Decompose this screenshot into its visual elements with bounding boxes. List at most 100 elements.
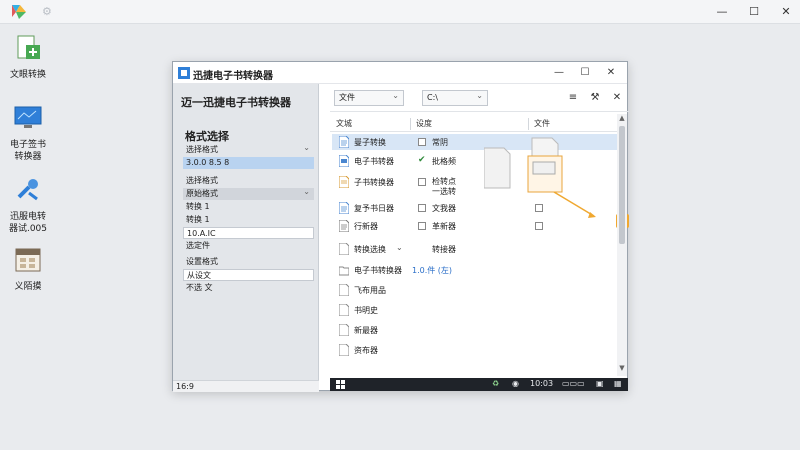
outer-minimize-button[interactable]: —: [710, 3, 734, 21]
file-name: 电子书转换器: [354, 266, 402, 275]
file-row[interactable]: 电子书转换器 1.0.件 (左): [332, 262, 618, 278]
file-row[interactable]: 飞布用品: [332, 282, 618, 298]
document-icon: [339, 220, 349, 232]
file-checkbox[interactable]: [418, 204, 426, 212]
format-option[interactable]: 转换 1: [183, 201, 314, 213]
document-icon: [339, 155, 349, 167]
format-option[interactable]: 选定件: [183, 240, 314, 252]
column-separator[interactable]: [528, 118, 529, 130]
format-option[interactable]: 选择格式: [183, 175, 314, 187]
format-option-selected[interactable]: 3.0.0 8.5 8: [183, 157, 314, 169]
gear-icon[interactable]: ⚙: [42, 5, 52, 18]
scrollbar-thumb[interactable]: [619, 126, 625, 244]
column-separator[interactable]: [410, 118, 411, 130]
desktop-icon-ebook[interactable]: 电子签书 转换器: [0, 103, 56, 163]
file-row[interactable]: 新最器: [332, 322, 618, 338]
file-checkbox[interactable]: [418, 222, 426, 230]
document-icon: [339, 284, 349, 296]
desktop-icon-converter[interactable]: 文眼转换: [0, 33, 56, 81]
network-icon[interactable]: ◉: [512, 379, 519, 388]
panel-heading: 迈一迅捷电子书转换器: [181, 96, 291, 109]
format-value-field[interactable]: 从设文: [183, 269, 314, 281]
taskbar-time: 10:03: [530, 379, 554, 388]
scroll-up-icon[interactable]: ▲: [617, 114, 627, 122]
window-titlebar: 迅捷电子书转换器 — ☐ ✕: [173, 62, 627, 84]
file-name: 转换选换: [354, 245, 386, 254]
scroll-down-icon[interactable]: ▼: [617, 364, 627, 372]
window-maximize-button[interactable]: ☐: [575, 64, 595, 82]
file-name: 书明史: [354, 306, 378, 315]
file-toolbar: 文件 C:\ ≡ ⚒ ✕: [330, 84, 629, 112]
settings-icon[interactable]: ⚒: [588, 91, 602, 105]
volume-slider-icon[interactable]: ▭▭▭: [562, 379, 585, 388]
file-name: 电子书转器: [354, 157, 394, 166]
format-option[interactable]: 不选 文: [183, 282, 314, 294]
notification-icon[interactable]: ▦: [614, 379, 622, 388]
file-meta: 常阴: [432, 138, 448, 147]
file-meta: 革新器: [432, 222, 456, 231]
format-dropdown[interactable]: 原始格式: [183, 186, 314, 200]
file-checkbox[interactable]: [418, 178, 426, 186]
outer-titlebar: ⚙ — ☐ ✕: [0, 0, 800, 24]
column-modified[interactable]: 设度: [416, 118, 432, 129]
column-type[interactable]: 文件: [534, 118, 550, 129]
file-row[interactable]: 书明史: [332, 302, 618, 318]
format-value-field[interactable]: 10.A.IC: [183, 227, 314, 239]
file-name: 复予书日器: [354, 204, 394, 213]
recycle-icon[interactable]: ♻: [492, 379, 499, 388]
format-option[interactable]: 转换 1: [183, 214, 314, 226]
desktop-icon-label: 电子签书 转换器: [9, 140, 46, 162]
window-minimize-button[interactable]: —: [549, 64, 569, 82]
format-option[interactable]: 选择格式: [183, 142, 314, 156]
document-icon: [339, 136, 349, 148]
folder-icon: [339, 266, 349, 276]
file-meta: 转接器: [432, 245, 456, 254]
display-icon[interactable]: ▣: [596, 379, 604, 388]
section-title: 格式选择: [185, 130, 229, 143]
drag-drop-illustration: [484, 137, 596, 218]
file-meta-link[interactable]: 1.0.件 (左): [412, 265, 452, 276]
menu-icon[interactable]: ≡: [566, 91, 580, 105]
file-meta: 文我器: [432, 204, 456, 213]
desktop-icon-label: 义陌摸: [14, 282, 42, 292]
file-panel: 文件 C:\ ≡ ⚒ ✕ 文城 设度 文件 曼子转换 常阴 电子书转器 ✔ 批格…: [330, 84, 629, 380]
format-option[interactable]: 设置格式: [183, 256, 314, 268]
desktop-icon-calendar[interactable]: 义陌摸: [0, 245, 56, 293]
chevron-down-icon[interactable]: ⌄: [396, 243, 403, 252]
file-name: 资布器: [354, 346, 378, 355]
document-icon: [339, 344, 349, 356]
file-name: 飞布用品: [354, 286, 386, 295]
file-row[interactable]: 资布器: [332, 342, 618, 358]
file-type-select[interactable]: 文件: [334, 89, 404, 106]
window-title: 迅捷电子书转换器: [193, 71, 273, 82]
desktop-icon-label: 文眼转换: [9, 70, 46, 80]
path-select[interactable]: C:\: [422, 89, 488, 106]
desktop-icon-tools[interactable]: 迅服电转 器试.005: [0, 175, 56, 235]
file-name: 新最器: [354, 326, 378, 335]
settings-panel: 迈一迅捷电子书转换器 格式选择 选择格式 3.0.0 8.5 8 选择格式 原始…: [173, 84, 319, 380]
windows-start-icon[interactable]: [336, 380, 345, 389]
file-name: 行新器: [354, 222, 378, 231]
column-header: 文城 设度 文件: [330, 116, 620, 132]
close-panel-icon[interactable]: ✕: [610, 91, 624, 105]
column-name[interactable]: 文城: [336, 118, 352, 129]
file-meta: 检转点 一选转: [432, 177, 456, 196]
file-checkbox[interactable]: [418, 138, 426, 146]
file-name: 曼子转换: [354, 138, 386, 147]
tools-icon: [17, 179, 38, 201]
document-converter-icon: [17, 35, 40, 59]
window-close-button[interactable]: ✕: [601, 64, 621, 82]
check-icon: ✔: [418, 155, 426, 165]
taskbar: ♻ ◉ 10:03 ▭▭▭ ▣ ▦: [330, 378, 628, 391]
document-icon: [339, 243, 349, 255]
file-name: 子书转换器: [354, 178, 394, 187]
vertical-scrollbar[interactable]: ▲ ▼: [617, 114, 627, 376]
file-row[interactable]: 转换选换 ⌄ 转接器: [332, 241, 618, 257]
outer-close-button[interactable]: ✕: [774, 3, 798, 21]
outer-maximize-button[interactable]: ☐: [742, 3, 766, 21]
app-icon: [178, 67, 190, 79]
file-meta: 批格频: [432, 157, 456, 166]
document-icon: [339, 304, 349, 316]
app-window: 迅捷电子书转换器 — ☐ ✕ 迈一迅捷电子书转换器 格式选择 选择格式 3.0.…: [172, 61, 629, 392]
app-logo-icon: [12, 5, 26, 19]
